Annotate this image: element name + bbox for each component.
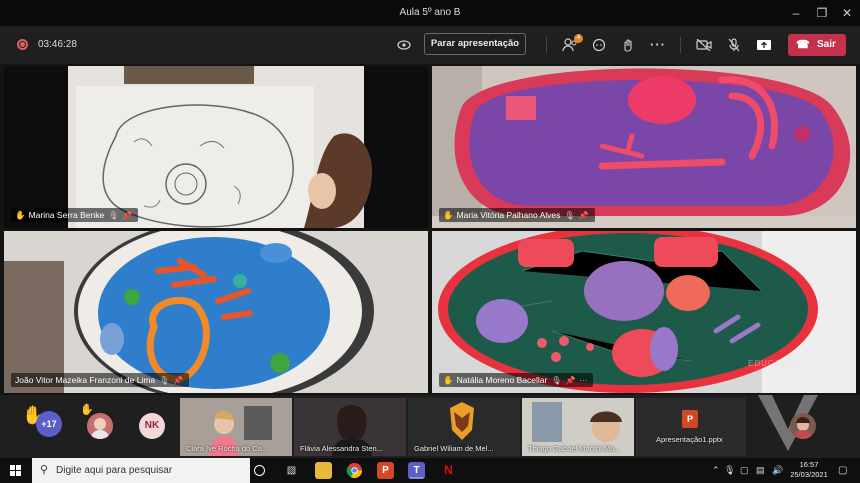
clock-date: 25/03/2021 — [790, 470, 828, 479]
eye-icon[interactable] — [394, 35, 414, 55]
mic-off-icon[interactable] — [724, 35, 744, 55]
tray-network-icon[interactable]: ▤ — [756, 465, 765, 476]
participant-name: Natália Moreno Bacellar — [456, 375, 548, 385]
watermark-text: EDUCAÇÃO — [748, 359, 802, 368]
participant-thumbnail[interactable]: Flávia Alessandra Sten... — [294, 398, 406, 456]
restore-icon[interactable]: ❐ — [813, 4, 831, 22]
mic-off-icon: 🎙 — [159, 376, 170, 385]
pin-icon: 📌 — [173, 376, 184, 385]
window-title: Aula 5º ano B — [399, 7, 461, 18]
toolbar-divider — [680, 37, 681, 53]
video-feed — [4, 66, 428, 228]
share-screen-icon[interactable] — [754, 35, 774, 55]
watermark-logo: EDUCAÇÃO — [748, 355, 828, 455]
taskbar-clock[interactable]: 16:57 25/03/2021 — [789, 460, 829, 480]
participant-thumbnail[interactable]: Gabriel Wiliam de Mel... — [408, 398, 520, 456]
avatar[interactable]: NK — [139, 413, 165, 439]
leave-label: Sair — [817, 39, 836, 50]
participant-name: Flávia Alessandra Sten... — [300, 444, 383, 453]
tray-chevron-icon[interactable]: ⌃ — [712, 465, 720, 476]
video-feed — [432, 66, 856, 228]
cortana-icon[interactable] — [254, 465, 265, 476]
powerpoint-icon: P — [682, 410, 698, 428]
more-participants-button[interactable]: +17 — [36, 411, 62, 437]
search-placeholder: Digite aqui para pesquisar — [56, 465, 173, 476]
minimize-icon[interactable]: – — [787, 4, 805, 22]
raised-hand-icon: ✋ — [80, 404, 94, 416]
participants-badge: 4 — [574, 34, 583, 43]
participant-name: Clara Ive Rocha do Ca... — [186, 444, 269, 453]
video-grid: ✋ Marina Serra Benke 🎙 📌 ✋ Maria Vitória Pal… — [0, 64, 860, 395]
pin-icon: 📌 — [578, 211, 589, 220]
hang-up-icon: ☎ — [796, 39, 810, 51]
tray-mic-icon[interactable]: 🎙 — [724, 465, 735, 476]
window-title-bar: Aula 5º ano B – ❐ ✕ — [0, 0, 860, 26]
participant-thumbnail[interactable]: Clara Ive Rocha do Ca... — [180, 398, 292, 456]
windows-start-icon[interactable] — [10, 465, 21, 476]
pin-icon: 📌 — [122, 211, 133, 220]
search-icon: ⚲ — [40, 464, 49, 476]
stop-presenting-button[interactable]: Parar apresentação — [424, 33, 526, 55]
raised-hand-icon: ✋ — [443, 210, 454, 220]
participant-thumbnail[interactable]: Thiago Gabriel Martini Ma... — [522, 398, 634, 456]
video-feed — [4, 231, 428, 393]
participant-name-tag: ✋ Maria Vitória Palhano Alves 🎙 📌 — [439, 208, 595, 222]
mic-off-icon: 🎙 — [551, 376, 562, 385]
avatar[interactable] — [87, 413, 113, 439]
participant-name: Marina Serra Benke — [28, 210, 105, 220]
more-options-icon[interactable]: ··· — [648, 35, 668, 55]
participant-name-tag: João Vitor Mazeika Franzoni de Lima 🎙 📌 — [11, 373, 190, 387]
tray-battery-icon[interactable]: ▢ — [740, 465, 749, 476]
raised-hand-icon: ✋ — [15, 210, 26, 220]
more-options-icon[interactable]: ··· — [579, 376, 587, 385]
shared-file-name: Apresentação1.pptx — [656, 435, 723, 444]
video-tile[interactable]: ✋ Marina Serra Benke 🎙 📌 — [4, 66, 428, 228]
toolbar-divider — [546, 37, 547, 53]
shared-file-tile[interactable]: P Apresentação1.pptx — [636, 398, 746, 456]
leave-button[interactable]: ☎ Sair — [788, 34, 846, 56]
raised-hand-icon: ✋ — [443, 375, 454, 385]
file-explorer-icon[interactable] — [315, 462, 332, 479]
close-icon[interactable]: ✕ — [838, 4, 856, 22]
mic-off-icon: 🎙 — [108, 211, 119, 220]
participant-name: Thiago Gabriel Martini Ma... — [528, 444, 621, 453]
windows-taskbar: ⚲ Digite aqui para pesquisar ▧ P T N ⌃ 🎙… — [0, 458, 860, 483]
pin-icon: 📌 — [565, 376, 576, 385]
video-tile[interactable]: João Vitor Mazeika Franzoni de Lima 🎙 📌 — [4, 231, 428, 393]
chat-icon[interactable] — [589, 35, 609, 55]
camera-off-icon[interactable] — [694, 35, 714, 55]
raise-hand-icon[interactable] — [618, 35, 638, 55]
participant-name: João Vitor Mazeika Franzoni de Lima — [15, 375, 156, 385]
video-tile[interactable]: ✋ Maria Vitória Palhano Alves 🎙 📌 — [432, 66, 856, 228]
mic-off-icon: 🎙 — [564, 211, 575, 220]
participant-name-tag: ✋ Marina Serra Benke 🎙 📌 — [11, 208, 139, 222]
participant-name: Maria Vitória Palhano Alves — [456, 210, 561, 220]
participant-name: Gabriel Wiliam de Mel... — [414, 444, 494, 453]
task-view-icon[interactable]: ▧ — [283, 462, 300, 479]
meeting-toolbar: 03:46:28 Parar apresentação 4 ··· ☎ Sair — [0, 26, 860, 64]
participant-gallery: ✋ +17 ✋ NK Clara Ive Rocha do Ca... Fláv… — [0, 359, 860, 458]
meeting-timer: 03:46:28 — [38, 39, 77, 50]
chrome-icon[interactable] — [346, 462, 363, 479]
teams-icon[interactable]: T — [408, 462, 425, 479]
clock-time: 16:57 — [799, 460, 819, 469]
participant-name-tag: ✋ Natália Moreno Bacellar 🎙 📌 ··· — [439, 373, 594, 387]
powerpoint-icon[interactable]: P — [377, 462, 394, 479]
tray-volume-icon[interactable]: 🔊 — [772, 465, 783, 476]
taskbar-search-input[interactable]: ⚲ Digite aqui para pesquisar — [32, 458, 250, 483]
record-icon — [17, 39, 28, 50]
notifications-icon[interactable]: ▢ — [838, 465, 847, 476]
netflix-icon[interactable]: N — [440, 462, 457, 479]
avatar[interactable] — [790, 413, 816, 439]
